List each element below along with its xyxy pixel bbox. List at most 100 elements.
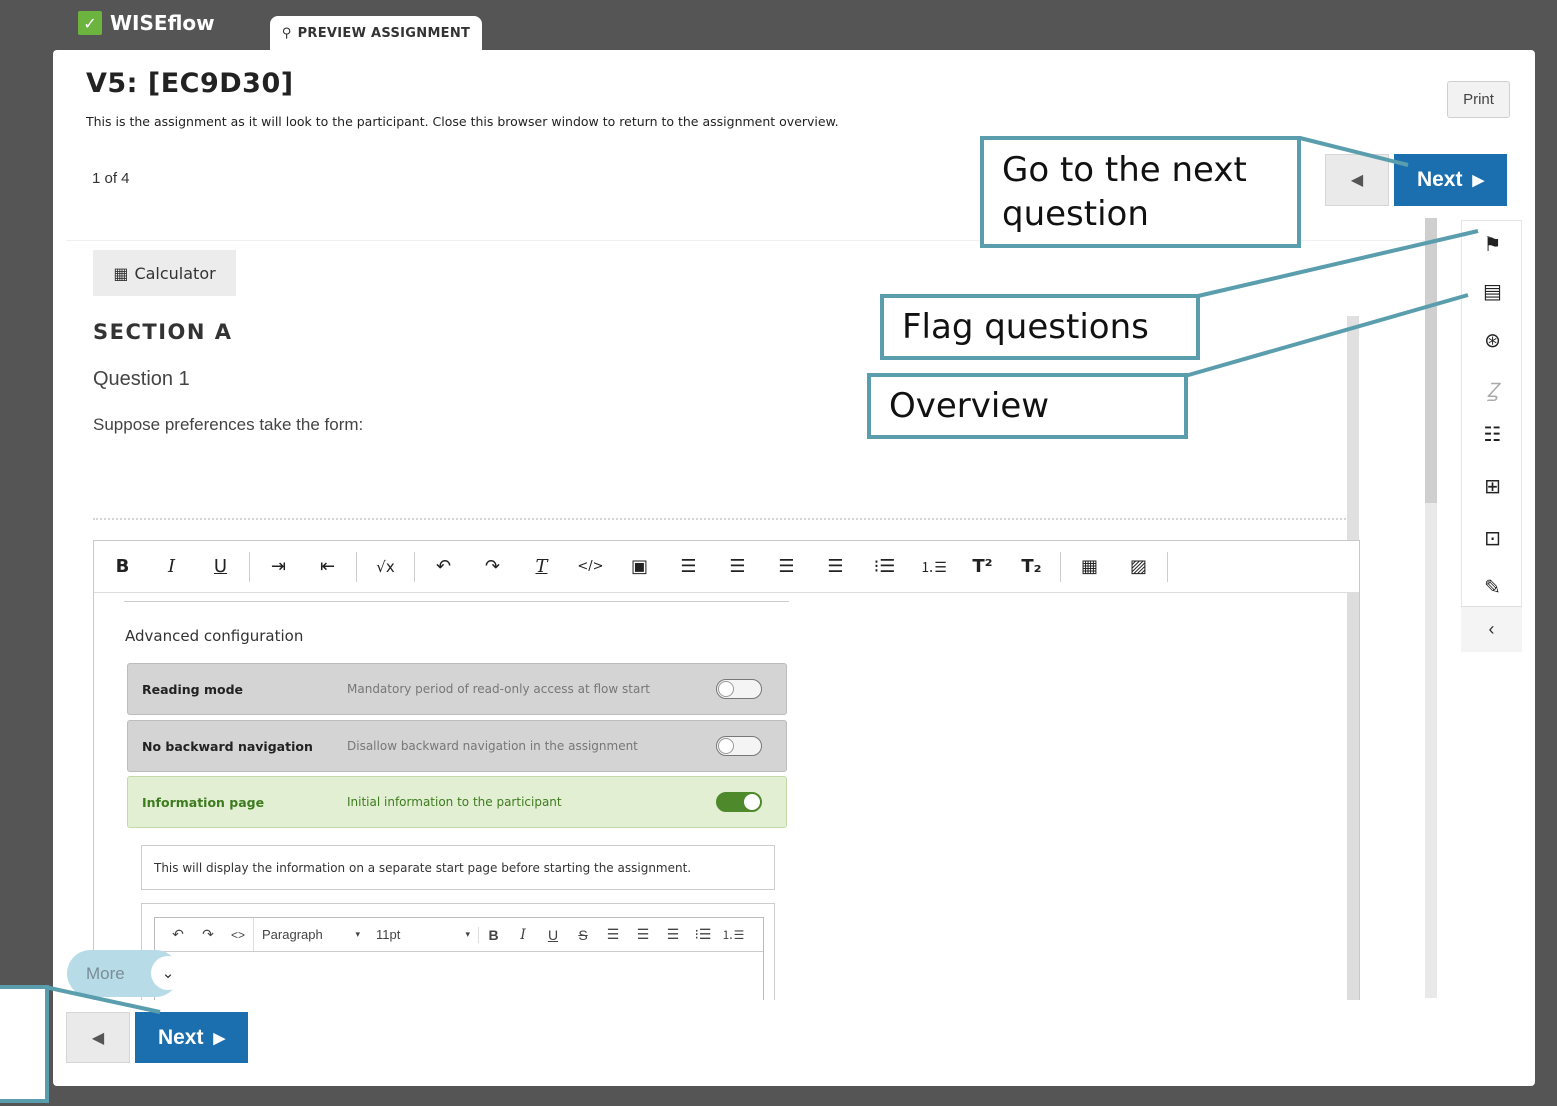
flag-icon[interactable]: ⚑ [1462,224,1523,264]
math-formula-icon[interactable]: √x [361,547,410,587]
inner-bold-button[interactable]: B [478,926,508,943]
inner-strikethrough-button[interactable]: S [568,927,598,943]
block-format-select[interactable]: Paragraph ▾ [253,918,368,951]
more-button[interactable]: More ⌄ [67,950,185,997]
bold-button[interactable]: B [98,547,147,587]
config-row-information-page: Information page Initial information to … [127,776,787,828]
chevron-down-icon: ⌄ [151,956,185,990]
outdent-icon[interactable]: ⇤ [303,547,352,587]
annotation-flag-questions: Flag questions [880,294,1200,360]
page-scrollbar-thumb[interactable] [1425,218,1437,503]
calculator-button[interactable]: ▦ Calculator [93,250,236,296]
config-description: Mandatory period of read-only access at … [347,682,650,696]
previous-button-bottom[interactable]: ◀ [66,1012,130,1063]
reading-mode-toggle[interactable] [716,679,762,699]
information-page-toggle[interactable] [716,792,762,812]
toolbar-separator [1060,551,1061,582]
config-description: Initial information to the participant [347,795,562,809]
inner-bullet-list-icon[interactable]: ⁝☰ [688,926,718,943]
logo-mark-icon: ✓ [78,11,102,35]
numbered-list-icon[interactable]: ⒈☰ [909,547,958,587]
editor-toolbar: B I U ⇥ ⇤ √x ↶ ↷ T </> ▣ ☰ ☰ ☰ ☰ ⁝☰ ⒈☰ T… [94,541,1359,593]
wiseflow-logo: ✓ WISEflow [78,11,215,35]
pen-icon[interactable]: ✎ [1462,567,1523,607]
config-description: Disallow backward navigation in the assi… [347,739,638,753]
inner-undo-icon[interactable]: ↶ [163,926,193,943]
next-label: Next [1416,168,1463,191]
chevron-left-icon: ‹ [1488,619,1495,639]
undo-icon[interactable]: ↶ [419,547,468,587]
annotation-text: Flag questions [902,306,1149,347]
section-heading: SECTION A [93,320,233,344]
inner-underline-button[interactable]: U [538,927,568,943]
collapse-panel-button[interactable]: ‹ [1461,606,1522,652]
toolbar-separator [1167,551,1168,582]
page-scrollbar[interactable] [1425,218,1437,998]
indent-icon[interactable]: ⇥ [254,547,303,587]
notes-icon[interactable]: ☷ [1462,414,1523,454]
editor-content-area[interactable]: Advanced configuration Reading mode Mand… [94,593,1359,1000]
config-row-reading-mode: Reading mode Mandatory period of read-on… [127,663,787,715]
preview-assignment-tab[interactable]: ⚲ PREVIEW ASSIGNMENT [270,16,482,50]
accessibility-icon[interactable]: ⊛ [1462,320,1523,360]
information-editor[interactable]: ↶ ↷ <> Paragraph ▾ 11pt ▾ B I U S ☰ ☰ ☰ … [154,917,764,1000]
toggle-knob [718,681,734,697]
dropdown-caret-icon: ▾ [355,929,360,939]
underline-button[interactable]: U [196,547,245,587]
config-name: No backward navigation [142,738,313,754]
answer-editor[interactable]: B I U ⇥ ⇤ √x ↶ ↷ T </> ▣ ☰ ☰ ☰ ☰ ⁝☰ ⒈☰ T… [93,540,1360,1000]
annotation-next-question: Go to the next question [980,136,1301,248]
toggle-knob [718,738,734,754]
inner-align-center-icon[interactable]: ☰ [628,926,658,943]
font-size-select[interactable]: 11pt ▾ [368,918,478,951]
calculator-label: Calculator [134,263,216,283]
review-icon[interactable]: ⊡ [1462,518,1523,558]
table-icon[interactable]: ▦ [1065,547,1114,587]
translate-icon[interactable]: Ꙁ [1462,369,1523,409]
config-row-no-backward-navigation: No backward navigation Disallow backward… [127,720,787,772]
page-subtitle: This is the assignment as it will look t… [86,114,839,129]
bullet-list-icon[interactable]: ⁝☰ [860,547,909,587]
config-name: Information page [142,794,265,810]
config-name: Reading mode [142,681,244,697]
add-note-icon[interactable]: ⊞ [1462,466,1523,506]
annotation-text: Overview [889,385,1050,426]
inner-align-left-icon[interactable]: ☰ [598,926,628,943]
source-code-icon[interactable]: ▣ [615,547,664,587]
italic-button[interactable]: I [147,547,196,587]
logo-text: WISEflow [110,11,215,35]
print-button[interactable]: Print [1447,81,1510,118]
inner-align-right-icon[interactable]: ☰ [658,926,688,943]
inner-code-icon[interactable]: <> [223,928,253,942]
information-description: This will display the information on a s… [141,845,775,890]
image-icon[interactable]: ▨ [1114,547,1163,587]
overview-icon[interactable]: ▤ [1462,271,1523,311]
question-text: Suppose preferences take the form: [93,415,364,434]
page-title: V5: [EC9D30] [86,68,294,99]
advanced-configuration-title: Advanced configuration [125,627,304,645]
next-button-bottom[interactable]: Next ▶ [135,1012,248,1063]
justify-icon[interactable]: ☰ [811,547,860,587]
code-icon[interactable]: </> [566,547,615,587]
subscript-icon[interactable]: T₂ [1007,547,1056,587]
previous-button-top[interactable]: ◀ [1325,154,1389,206]
align-left-icon[interactable]: ☰ [664,547,713,587]
superscript-icon[interactable]: T² [958,547,1007,587]
inner-numbered-list-icon[interactable]: ⒈☰ [718,926,748,943]
question-counter: 1 of 4 [92,170,130,187]
inner-italic-button[interactable]: I [508,927,538,943]
cropped-formula-line [93,518,1353,524]
toolbar-separator [249,551,250,582]
align-center-icon[interactable]: ☰ [713,547,762,587]
toggle-knob [744,794,760,810]
inner-redo-icon[interactable]: ↷ [193,926,223,943]
clear-format-icon[interactable]: T [517,547,566,587]
editor-scrollbar[interactable] [1347,593,1359,1000]
no-backward-navigation-toggle[interactable] [716,736,762,756]
toolbar-separator [414,551,415,582]
next-button-top[interactable]: Next ▶ [1394,154,1507,206]
preview-tab-label: PREVIEW ASSIGNMENT [297,25,471,41]
preview-key-icon: ⚲ [281,25,292,41]
redo-icon[interactable]: ↷ [468,547,517,587]
align-right-icon[interactable]: ☰ [762,547,811,587]
